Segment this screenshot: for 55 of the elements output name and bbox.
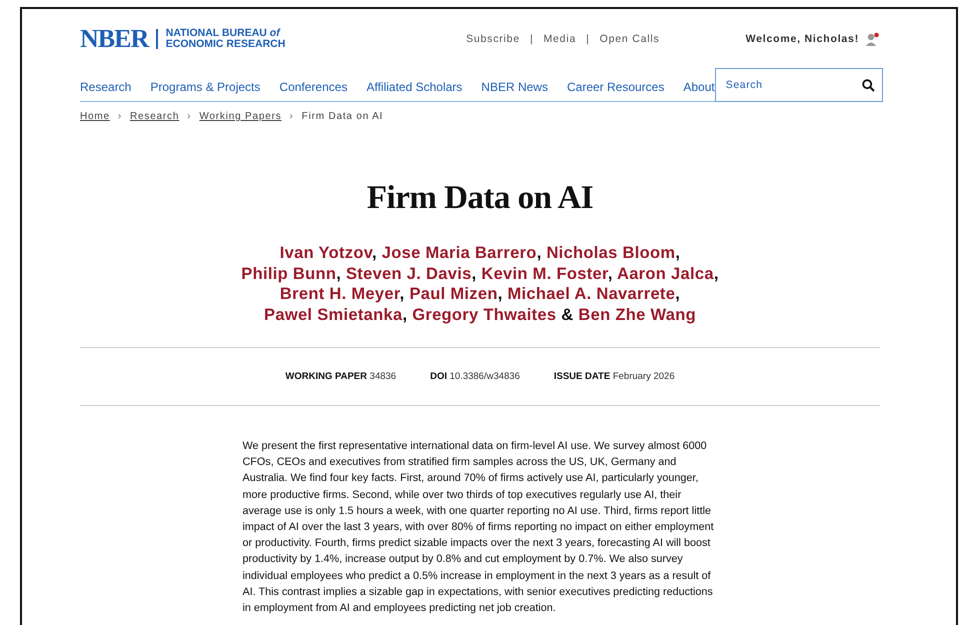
nav-link[interactable]: Research bbox=[80, 80, 132, 94]
author-link[interactable]: Gregory Thwaites bbox=[412, 306, 556, 324]
author-link[interactable]: Ben Zhe Wang bbox=[578, 306, 696, 324]
page-title: Firm Data on AI bbox=[366, 180, 594, 217]
author-separator: , bbox=[402, 306, 408, 324]
chevron-icon: › bbox=[187, 111, 192, 122]
author-link[interactable]: Aaron Jalca bbox=[616, 264, 714, 282]
meta-item: WORKING PAPER 34836 bbox=[285, 371, 396, 382]
nav-link[interactable]: Programs & Projects bbox=[150, 80, 260, 94]
welcome-text: Welcome, Nicholas! bbox=[746, 33, 859, 45]
divider-text: | bbox=[530, 33, 534, 45]
search-icon[interactable] bbox=[862, 79, 875, 92]
author-separator: & bbox=[560, 306, 574, 324]
nav-link[interactable]: NBER News bbox=[481, 80, 548, 94]
nav-link[interactable]: Career Resources bbox=[566, 80, 664, 94]
chevron-icon: › bbox=[290, 111, 294, 122]
author-link[interactable]: Nicholas Bloom bbox=[546, 244, 676, 262]
nav-link[interactable]: About bbox=[683, 80, 715, 94]
search-field[interactable]: Search bbox=[714, 68, 883, 102]
top-link[interactable]: Media bbox=[544, 33, 576, 45]
author-link[interactable]: Brent H. Meyer bbox=[280, 285, 400, 303]
author-separator: , bbox=[675, 244, 680, 262]
user-icon[interactable] bbox=[865, 32, 880, 46]
author-separator: , bbox=[675, 285, 680, 303]
author-separator: , bbox=[498, 285, 503, 303]
meta-item: DOI 10.3386/w34836 bbox=[430, 371, 520, 382]
author-link[interactable]: Kevin M. Foster bbox=[481, 264, 608, 282]
author-link[interactable]: Michael A. Navarrete bbox=[507, 285, 676, 303]
logo-wordmark[interactable]: NBER bbox=[80, 26, 148, 52]
nav-link[interactable]: Conferences bbox=[279, 80, 348, 94]
author-separator: , bbox=[400, 285, 405, 303]
logo-name: NATIONAL BUREAU of ECONOMIC RESEARCH bbox=[166, 28, 286, 50]
author-separator: , bbox=[472, 264, 476, 282]
author-separator: , bbox=[336, 264, 342, 282]
breadcrumb-link[interactable]: Working Papers bbox=[199, 111, 282, 122]
breadcrumb-link[interactable]: Research bbox=[130, 111, 180, 122]
breadcrumb-link[interactable]: Home bbox=[80, 111, 110, 122]
top-link[interactable]: Subscribe bbox=[466, 33, 520, 45]
author-separator: , bbox=[372, 244, 377, 262]
chevron-icon: › bbox=[118, 111, 122, 122]
author-link[interactable]: Paul Mizen bbox=[409, 285, 498, 303]
abstract-text: We present the first representative international data on firm-level AI use. We survey almost 6000 CFOs, CEOs and executives from stratified firm samples across the US, UK, Germany and Australia. We find four key facts. First, around 70% of firms actively use AI, particularly younger, more productive firms. Second, while over two thirds of top executives regularly use AI, their average use is only 1.5 hours a week, with one quarter reporting no AI use. Third, firms report little impact of AI over the last 3 years, with over 80% of firms reporting no impact on either employment or productivity. Fourth, firms predict sizable impacts over the next 3 years, forecasting AI will boost productivity by 1.4%, increase output by 0.8% and cut employment by 0.7%. We also survey individual employees who predict a 0.5% increase in employment in the next 3 years as a result of AI. This contrast implies a sizable gap in expectations, with senior executives predicting reductions in employment from AI and employees predicting net job creation. bbox=[242, 439, 715, 616]
divider-text: | bbox=[586, 33, 590, 45]
top-link[interactable]: Open Calls bbox=[600, 33, 660, 45]
meta-item: ISSUE DATE February 2026 bbox=[554, 371, 675, 382]
author-link[interactable]: Pawel Smietanka bbox=[264, 306, 402, 324]
author-link[interactable]: Steven J. Davis bbox=[346, 264, 472, 282]
author-link[interactable]: Ivan Yotzov bbox=[280, 244, 372, 262]
breadcrumb-current: Firm Data on AI bbox=[302, 111, 384, 122]
author-link[interactable]: Philip Bunn bbox=[241, 264, 336, 282]
author-separator: , bbox=[536, 244, 542, 262]
author-separator: , bbox=[608, 264, 613, 282]
author-separator: , bbox=[714, 264, 719, 282]
author-link[interactable]: Jose Maria Barrero bbox=[382, 244, 537, 262]
nav-link[interactable]: Affiliated Scholars bbox=[366, 80, 462, 94]
